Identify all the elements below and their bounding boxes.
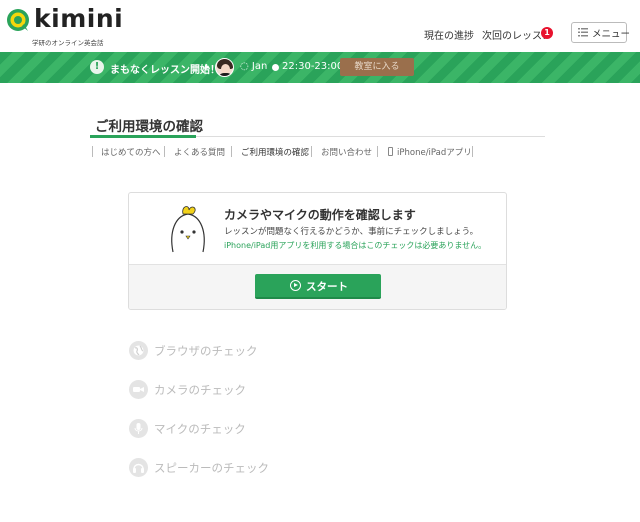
globe-icon [129, 341, 148, 360]
subnav-divider [164, 146, 165, 157]
subnav-ios-app[interactable]: iPhone/iPadアプリ [397, 146, 472, 158]
start-check-button[interactable]: スタート [255, 274, 381, 299]
list-menu-icon [578, 28, 588, 37]
next-lesson-badge: 1 [541, 27, 553, 39]
upcoming-lesson-banner: ! まもなくレッスン開始！ ◌ Jan 22:30-23:00 ˅ 詳細 [0, 52, 640, 126]
kimini-logo[interactable]: kimini 学研のオンライン英会話 [6, 4, 123, 47]
subnav-faq[interactable]: よくある質問 [174, 146, 225, 158]
subnav-divider [231, 146, 232, 157]
brand-tagline: 学研のオンライン英会話 [32, 39, 104, 47]
arrow-right-icon [205, 64, 209, 70]
clock-icon [272, 64, 279, 71]
device-check-card: カメラやマイクの動作を確認します レッスンが問題なく行えるかどうか、事前にチェッ… [128, 192, 507, 310]
subnav-environment-check[interactable]: ご利用環境の確認 [241, 146, 309, 158]
menu-label: メニュー [592, 29, 631, 40]
chick-mascot-icon [171, 206, 205, 253]
site-header: kimini 学研のオンライン英会話 現在の進捗 次回のレッスン 1 メニュー [0, 0, 640, 52]
menu-button[interactable]: メニュー [571, 22, 631, 43]
chevron-down-icon: ˅ [424, 116, 432, 126]
page-title: ご利用環境の確認 [95, 119, 203, 135]
step-label: マイクのチェック [154, 422, 246, 436]
step-label: ブラウザのチェック [154, 344, 258, 358]
globe-small-icon: ◌ [240, 61, 252, 72]
start-button-label: スタート [306, 281, 348, 293]
step-speaker-check: スピーカーのチェック [129, 458, 429, 478]
step-label: スピーカーのチェック [154, 461, 269, 475]
enter-classroom-button[interactable]: 教室に入る [340, 58, 414, 76]
camera-icon [129, 380, 148, 399]
alert-icon: ! [90, 60, 104, 74]
kimini-logo-icon [7, 9, 29, 31]
teacher-avatar[interactable] [215, 58, 234, 77]
detail-label: 詳細 [431, 116, 450, 126]
progress-link[interactable]: 現在の進捗 [424, 27, 474, 42]
smartphone-icon [388, 147, 393, 156]
mic-icon [129, 419, 148, 438]
lesson-time: 22:30-23:00 [282, 61, 344, 72]
subnav-contact[interactable]: お問い合わせ [321, 146, 372, 158]
card-footer: スタート [129, 264, 506, 309]
card-heading: カメラやマイクの動作を確認します [224, 208, 416, 222]
title-accent-bar [90, 135, 196, 138]
subnav-divider [92, 146, 93, 157]
step-mic-check: マイクのチェック [129, 419, 429, 439]
subnav-beginners[interactable]: はじめての方へ [101, 146, 161, 158]
card-app-note: iPhone/iPad用アプリを利用する場合はこのチェックは必要ありません。 [224, 241, 487, 250]
detail-link[interactable]: ˅ 詳細 [424, 113, 450, 126]
teacher-name-text: Jan [251, 61, 268, 72]
step-browser-check: ブラウザのチェック [129, 341, 429, 361]
play-circle-icon [290, 280, 301, 291]
step-label: カメラのチェック [154, 383, 246, 397]
card-description: レッスンが問題なく行えるかどうか、事前にチェックしましょう。 [224, 227, 479, 237]
subnav-divider [377, 146, 378, 157]
step-camera-check: カメラのチェック [129, 380, 429, 400]
brand-name: kimini [34, 4, 124, 33]
lesson-starting-text: まもなくレッスン開始！ [110, 65, 220, 76]
subnav-divider [472, 146, 473, 157]
headphones-icon [129, 458, 148, 477]
subnav-divider [311, 146, 312, 157]
teacher-name: ◌ Jan [240, 61, 267, 72]
